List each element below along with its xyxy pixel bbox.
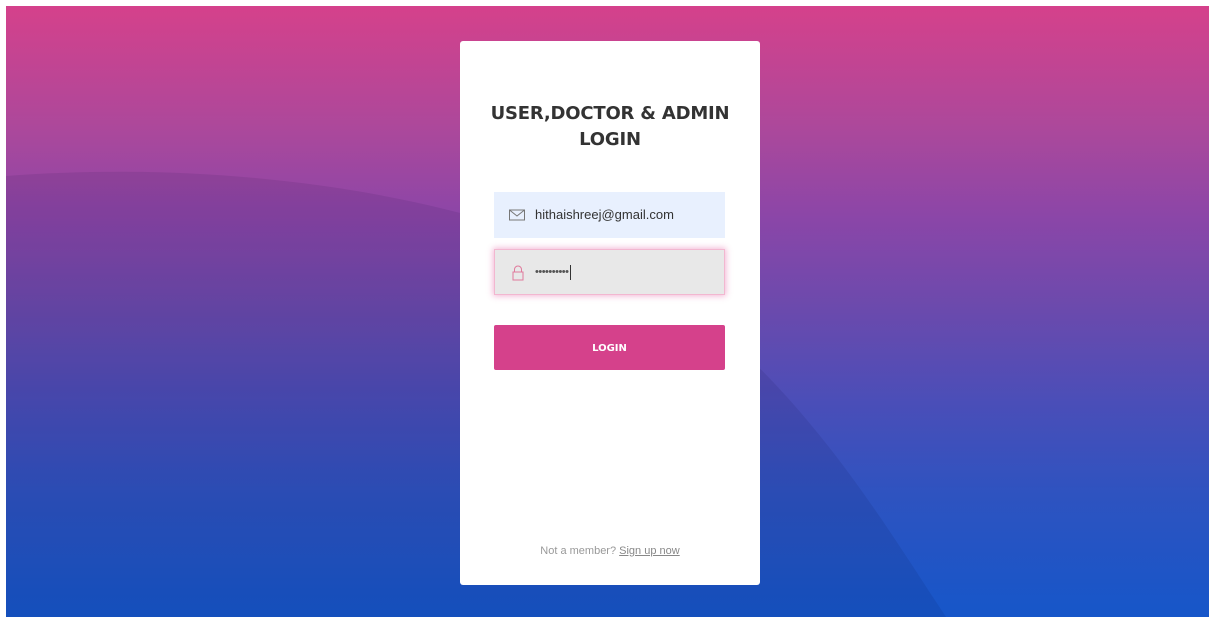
email-value[interactable]: hithaishreej@gmail.com: [535, 192, 674, 238]
background: USER,DOCTOR & ADMIN LOGIN hithaishreej@g…: [6, 6, 1209, 617]
text-caret: [569, 264, 571, 280]
envelope-icon: [509, 209, 525, 221]
not-member-text: Not a member?: [540, 545, 617, 557]
sign-up-link[interactable]: Sign up now: [619, 545, 680, 557]
lock-icon: [512, 265, 524, 281]
password-value[interactable]: ••••••••••: [535, 249, 571, 295]
login-card: USER,DOCTOR & ADMIN LOGIN hithaishreej@g…: [460, 41, 760, 585]
signup-footer: Not a member? Sign up now: [460, 545, 760, 557]
page-title: USER,DOCTOR & ADMIN LOGIN: [490, 103, 730, 150]
email-field[interactable]: hithaishreej@gmail.com: [494, 192, 725, 238]
password-field[interactable]: ••••••••••: [494, 249, 725, 295]
login-button[interactable]: LOGIN: [494, 325, 725, 370]
